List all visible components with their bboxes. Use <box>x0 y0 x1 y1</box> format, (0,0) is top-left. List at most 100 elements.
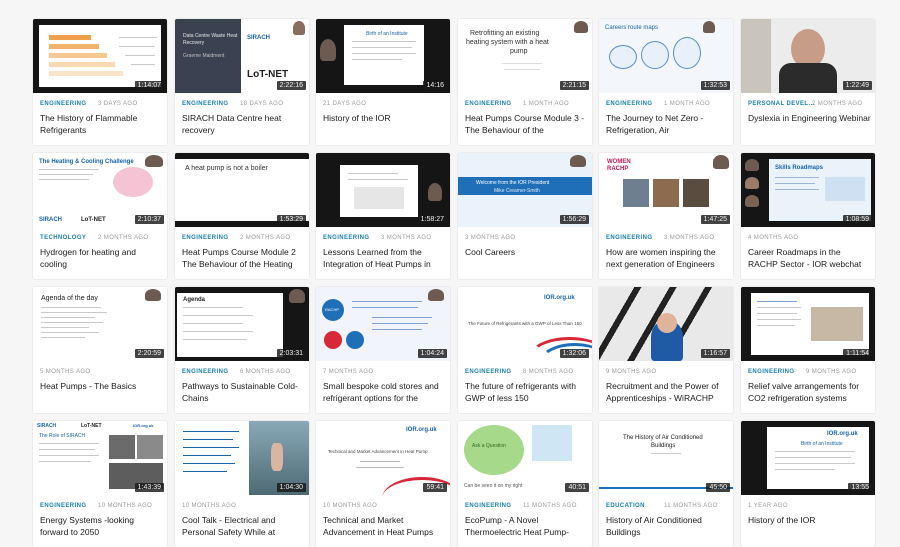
video-category[interactable]: ENGINEERING <box>40 503 86 509</box>
video-card[interactable]: IOR.org.uk The Future of Refrigerants wi… <box>458 287 592 413</box>
video-duration: 1:32:53 <box>700 81 730 90</box>
video-meta: 7 MONTHS AGO <box>323 368 447 377</box>
video-category[interactable]: ENGINEERING <box>182 369 228 375</box>
video-card[interactable]: 1:14:07 ENGINEERING 3 DAYS AGO The Histo… <box>33 19 167 145</box>
video-card[interactable]: 1:22:49 PERSONAL DEVEL... 2 MONTHS AGO D… <box>741 19 875 145</box>
thumbnail-text: Careers route maps <box>605 25 659 31</box>
video-thumbnail[interactable]: WOMEN RACHP 1:47:25 <box>599 153 733 227</box>
video-meta: 3 MONTHS AGO <box>465 234 589 243</box>
video-title[interactable]: Recruitment and the Power of Apprentices… <box>606 380 730 406</box>
video-title[interactable]: The Journey to Net Zero - Refrigeration,… <box>606 112 730 138</box>
video-duration: 40:51 <box>565 483 589 492</box>
video-card[interactable]: Birth of an Institute 14:16 21 DAYS AGO … <box>316 19 450 145</box>
video-thumbnail[interactable]: Skills Roadmaps 1:08:59 <box>741 153 875 227</box>
video-title[interactable]: Heat Pumps Course Module 3 -The Behaviou… <box>465 112 589 138</box>
video-card[interactable]: SIRACH LoT-NET IOR.org.uk The Role of SI… <box>33 421 167 547</box>
video-card[interactable]: IOR.org.uk Technical and Market Advancem… <box>316 421 450 547</box>
thumbnail-text: The Future of Refrigerants with a GWP of… <box>468 321 582 326</box>
video-thumbnail[interactable]: Agenda of the day 2:20:59 <box>33 287 167 361</box>
video-thumbnail[interactable]: A heat pump is not a boiler 1:53:29 <box>175 153 309 227</box>
video-title[interactable]: Technical and Market Advancement in Heat… <box>323 514 447 540</box>
video-thumbnail[interactable]: 1:16:57 <box>599 287 733 361</box>
video-category[interactable]: ENGINEERING <box>465 369 511 375</box>
video-thumbnail[interactable]: Ask a Question Can be seen it on my righ… <box>458 421 592 495</box>
webcam-person <box>428 183 442 201</box>
video-card[interactable]: Careers route maps 1:32:53 ENGINEERING 1… <box>599 19 733 145</box>
video-card[interactable]: 1:58:27 ENGINEERING 3 MONTHS AGO Lessons… <box>316 153 450 279</box>
video-category[interactable]: PERSONAL DEVEL... <box>748 101 815 107</box>
video-title[interactable]: Relief valve arrangements for CO2 refrig… <box>748 380 872 406</box>
webcam-person <box>320 39 336 61</box>
video-title[interactable]: Career Roadmaps in the RACHP Sector - IO… <box>748 246 872 272</box>
video-category[interactable]: ENGINEERING <box>182 235 228 241</box>
video-card[interactable]: 1:16:57 9 MONTHS AGO Recruitment and the… <box>599 287 733 413</box>
video-card[interactable]: 1:11:54 ENGINEERING 9 MONTHS AGO Relief … <box>741 287 875 413</box>
video-thumbnail[interactable]: Data Centre Waste Heat Recovery Graeme M… <box>175 19 309 93</box>
video-age: 1 YEAR AGO <box>748 503 788 509</box>
video-title[interactable]: History of Air Conditioned Buildings <box>606 514 730 540</box>
video-category[interactable]: ENGINEERING <box>465 101 511 107</box>
video-title[interactable]: Small bespoke cold stores and refrigeran… <box>323 380 447 406</box>
video-thumbnail[interactable]: SIRACH LoT-NET IOR.org.uk The Role of SI… <box>33 421 167 495</box>
video-card[interactable]: Ask a Question Can be seen it on my righ… <box>458 421 592 547</box>
video-thumbnail[interactable]: 1:22:49 <box>741 19 875 93</box>
video-title[interactable]: Energy Systems -looking forward to 2050 <box>40 514 164 540</box>
video-category[interactable]: ENGINEERING <box>606 101 652 107</box>
video-card[interactable]: Retrofitting an existing heating system … <box>458 19 592 145</box>
video-card[interactable]: Agenda 2:03:31 ENGINEERING 6 MONTHS AGO … <box>175 287 309 413</box>
video-thumbnail[interactable]: Careers route maps 1:32:53 <box>599 19 733 93</box>
video-card[interactable]: The Heating & Cooling Challenge SIRACH L… <box>33 153 167 279</box>
video-thumbnail[interactable]: The Heating & Cooling Challenge SIRACH L… <box>33 153 167 227</box>
video-thumbnail[interactable]: Agenda 2:03:31 <box>175 287 309 361</box>
video-title[interactable]: Hydrogen for heating and cooling <box>40 246 164 272</box>
video-title[interactable]: The History of Flammable Refrigerants <box>40 112 164 138</box>
video-title[interactable]: Cool Talk - Electrical and Personal Safe… <box>182 514 306 540</box>
video-title[interactable]: The future of refrigerants with GWP of l… <box>465 380 589 406</box>
video-title[interactable]: Dyslexia in Engineering Webinar <box>748 112 872 138</box>
video-card[interactable]: A heat pump is not a boiler 1:53:29 ENGI… <box>175 153 309 279</box>
video-category[interactable]: ENGINEERING <box>465 503 511 509</box>
video-category[interactable]: ENGINEERING <box>182 101 228 107</box>
video-category[interactable]: ENGINEERING <box>606 235 652 241</box>
video-thumbnail[interactable]: 1:58:27 <box>316 153 450 227</box>
video-thumbnail[interactable]: 1:04:30 <box>175 421 309 495</box>
video-category[interactable]: EDUCATION <box>606 503 645 509</box>
video-thumbnail[interactable]: IOR.org.uk Technical and Market Advancem… <box>316 421 450 495</box>
video-title[interactable]: History of the IOR <box>323 112 447 138</box>
video-title[interactable]: Heat Pumps Course Module 2 The Behaviour… <box>182 246 306 272</box>
video-card[interactable]: 1:04:30 10 MONTHS AGO Cool Talk - Electr… <box>175 421 309 547</box>
video-card[interactable]: Agenda of the day 2:20:59 5 MONTHS AGO H… <box>33 287 167 413</box>
video-title[interactable]: How are women inspiring the next generat… <box>606 246 730 272</box>
video-card[interactable]: WOMEN RACHP 1:47:25 ENGINEERING 3 MONTHS… <box>599 153 733 279</box>
video-meta: ENGINEERING 3 DAYS AGO <box>40 100 164 109</box>
video-card[interactable]: Welcome from the IOR President Mike Crea… <box>458 153 592 279</box>
video-title[interactable]: Lessons Learned from the Integration of … <box>323 246 447 272</box>
video-thumbnail[interactable]: Birth of an Institute 14:16 <box>316 19 450 93</box>
video-thumbnail[interactable]: IOR.org.uk Birth of an Institute 13:55 <box>741 421 875 495</box>
video-title[interactable]: Heat Pumps - The Basics <box>40 380 164 406</box>
video-card[interactable]: Data Centre Waste Heat Recovery Graeme M… <box>175 19 309 145</box>
video-thumbnail[interactable]: 1:11:54 <box>741 287 875 361</box>
video-card[interactable]: Skills Roadmaps 1:08:59 4 MONTHS AGO Car… <box>741 153 875 279</box>
video-title[interactable]: Pathways to Sustainable Cold-Chains <box>182 380 306 406</box>
video-thumbnail[interactable]: The History of Air Conditioned Buildings… <box>599 421 733 495</box>
video-title[interactable]: EcoPump - A Novel Thermoelectric Heat Pu… <box>465 514 589 540</box>
video-card[interactable]: The History of Air Conditioned Buildings… <box>599 421 733 547</box>
video-title[interactable]: SIRACH Data Centre heat recovery <box>182 112 306 138</box>
video-title[interactable]: Cool Careers <box>465 246 589 272</box>
video-category[interactable]: TECHNOLOGY <box>40 235 86 241</box>
video-card[interactable]: RACHP 1:04:24 7 MONTHS AGO Small bespoke… <box>316 287 450 413</box>
video-title[interactable]: History of the IOR <box>748 514 872 540</box>
video-category[interactable]: ENGINEERING <box>323 235 369 241</box>
slide-area <box>39 25 161 87</box>
video-thumbnail[interactable]: RACHP 1:04:24 <box>316 287 450 361</box>
video-thumbnail[interactable]: Welcome from the IOR President Mike Crea… <box>458 153 592 227</box>
video-thumbnail[interactable]: Retrofitting an existing heating system … <box>458 19 592 93</box>
slide-area: Skills Roadmaps <box>769 159 871 221</box>
video-thumbnail[interactable]: 1:14:07 <box>33 19 167 93</box>
video-category[interactable]: ENGINEERING <box>748 369 794 375</box>
video-thumbnail[interactable]: IOR.org.uk The Future of Refrigerants wi… <box>458 287 592 361</box>
ior-logo: IOR.org.uk <box>544 295 575 301</box>
video-card[interactable]: IOR.org.uk Birth of an Institute 13:55 1… <box>741 421 875 547</box>
video-category[interactable]: ENGINEERING <box>40 101 86 107</box>
